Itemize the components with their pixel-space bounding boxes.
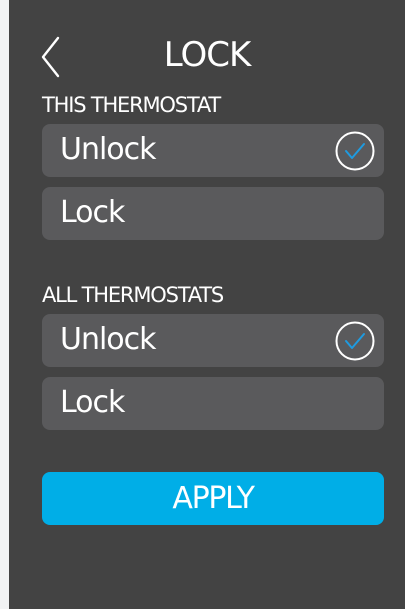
apply-button[interactable]: APPLY xyxy=(42,472,384,525)
option-all-thermostats-unlock[interactable]: Unlock xyxy=(42,314,384,367)
section-title-this-thermostat: THIS THERMOSTAT xyxy=(42,93,221,117)
check-circle-icon xyxy=(335,131,375,171)
lock-screen: LOCK THIS THERMOSTAT Unlock Lock ALL THE… xyxy=(9,0,405,609)
option-label: Lock xyxy=(60,385,125,420)
apply-button-label: APPLY xyxy=(172,481,255,516)
option-all-thermostats-lock[interactable]: Lock xyxy=(42,377,384,430)
option-this-thermostat-unlock[interactable]: Unlock xyxy=(42,124,384,177)
section-title-all-thermostats: ALL THERMOSTATS xyxy=(42,283,224,307)
option-label: Unlock xyxy=(60,132,157,167)
option-this-thermostat-lock[interactable]: Lock xyxy=(42,187,384,240)
check-circle-icon xyxy=(335,321,375,361)
page-title: LOCK xyxy=(163,35,252,75)
option-label: Lock xyxy=(60,195,125,230)
option-label: Unlock xyxy=(60,322,157,357)
